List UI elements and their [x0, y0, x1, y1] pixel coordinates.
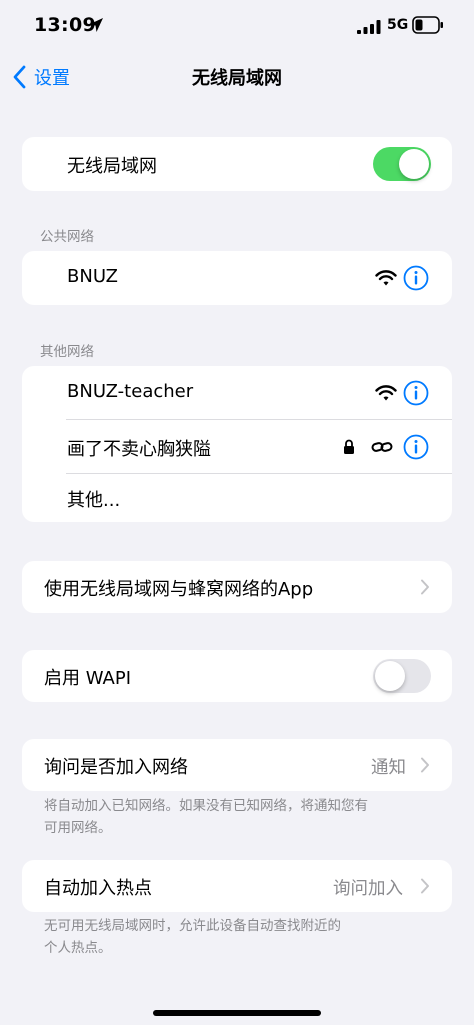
- toggle-knob: [399, 149, 429, 179]
- ask-join-row[interactable]: 询问是否加入网络 通知: [22, 739, 452, 791]
- ask-join-value: 通知: [371, 758, 406, 778]
- hotspot-value: 询问加入: [333, 879, 403, 899]
- chevron-right-icon: [421, 878, 429, 894]
- status-time: 13:09: [34, 14, 96, 36]
- hotspot-row[interactable]: 自动加入热点 询问加入: [22, 860, 452, 912]
- network-name: BNUZ: [67, 266, 119, 287]
- hotspot-footnote: 无可用无线局域网时，允许此设备自动查找附近的 个人热点。: [44, 915, 424, 959]
- wifi-toggle-card: 无线局域网: [22, 137, 452, 191]
- network-row-bnuz-teacher[interactable]: BNUZ-teacher: [22, 366, 452, 420]
- chevron-right-icon: [421, 757, 429, 773]
- ask-join-card: 询问是否加入网络 通知: [22, 739, 452, 791]
- footnote-line: 将自动加入已知网络。如果没有已知网络，将通知您有: [44, 798, 368, 814]
- apps-network-card: 使用无线局域网与蜂窝网络的App: [22, 561, 452, 613]
- personal-hotspot-link-icon: [371, 442, 393, 452]
- status-bar: 13:09 5G: [0, 0, 474, 54]
- apps-network-label: 使用无线局域网与蜂窝网络的App: [44, 579, 314, 600]
- info-icon[interactable]: [403, 434, 429, 460]
- toggle-knob: [375, 661, 405, 691]
- public-networks-card: BNUZ: [22, 251, 452, 305]
- wapi-toggle[interactable]: [373, 659, 431, 693]
- other-networks-header: 其他网络: [40, 344, 94, 360]
- other-network-label: 其他...: [67, 490, 121, 511]
- public-networks-header: 公共网络: [40, 229, 94, 245]
- wifi-signal-icon: [375, 385, 397, 401]
- lock-icon: [344, 439, 354, 454]
- wifi-toggle[interactable]: [373, 147, 431, 181]
- network-row-hotspot[interactable]: 画了不卖心胸狭隘: [22, 420, 452, 474]
- network-row-other[interactable]: 其他...: [22, 474, 452, 522]
- chevron-right-icon: [421, 579, 429, 595]
- network-type: 5G: [387, 17, 409, 33]
- other-networks-card: BNUZ-teacher 画了不卖心胸狭隘 其他...: [22, 366, 452, 522]
- wifi-signal-icon: [375, 270, 397, 286]
- apps-network-row[interactable]: 使用无线局域网与蜂窝网络的App: [22, 561, 452, 613]
- network-row-bnuz[interactable]: BNUZ: [22, 251, 452, 305]
- wapi-card: 启用 WAPI: [22, 650, 452, 702]
- wapi-label: 启用 WAPI: [44, 668, 132, 689]
- signal-bars-icon: [357, 20, 381, 34]
- footnote-line: 可用网络。: [44, 820, 112, 836]
- info-icon[interactable]: [403, 265, 429, 291]
- hotspot-card: 自动加入热点 询问加入: [22, 860, 452, 912]
- footnote-line: 个人热点。: [44, 940, 112, 956]
- ask-join-label: 询问是否加入网络: [44, 757, 188, 778]
- network-name: BNUZ-teacher: [67, 381, 194, 402]
- location-arrow-icon: [89, 18, 103, 32]
- hotspot-label: 自动加入热点: [44, 878, 152, 899]
- ask-join-footnote: 将自动加入已知网络。如果没有已知网络，将通知您有 可用网络。: [44, 795, 424, 839]
- home-indicator[interactable]: [153, 1010, 321, 1016]
- wifi-toggle-label: 无线局域网: [67, 156, 157, 177]
- network-name: 画了不卖心胸狭隘: [67, 439, 211, 460]
- footnote-line: 无可用无线局域网时，允许此设备自动查找附近的: [44, 918, 341, 934]
- page-title: 无线局域网: [192, 68, 282, 89]
- battery-icon: [412, 16, 443, 34]
- info-icon[interactable]: [403, 380, 429, 406]
